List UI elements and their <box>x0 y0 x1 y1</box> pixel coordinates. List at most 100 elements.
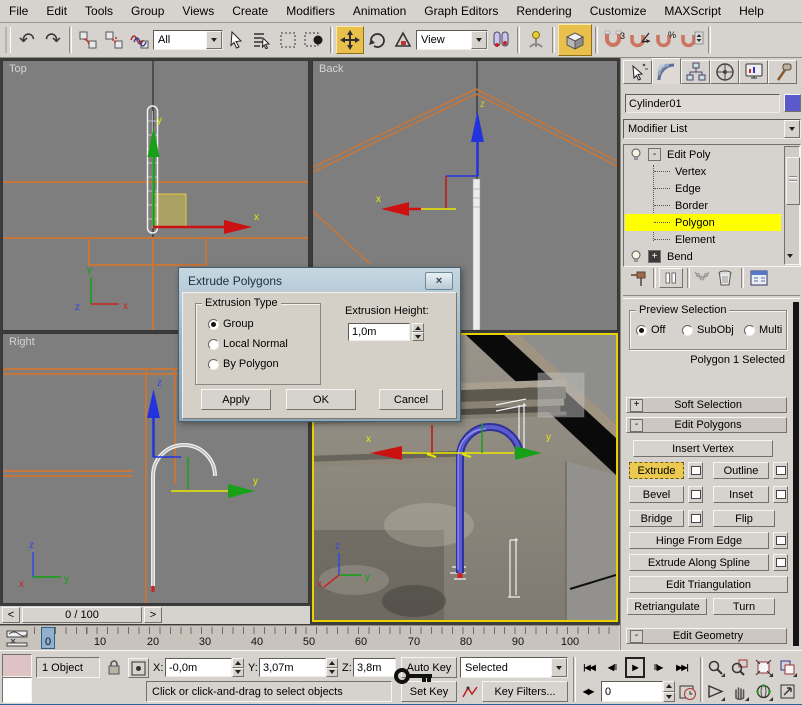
keyboard-shortcut-override-toggle[interactable] <box>558 24 592 56</box>
inset-button[interactable]: Inset <box>713 486 769 503</box>
y-coordinate-spinner[interactable] <box>326 658 338 677</box>
menu-file[interactable]: File <box>0 1 37 21</box>
next-frame-button[interactable]: ‖▶ <box>648 657 668 678</box>
menu-views[interactable]: Views <box>173 1 223 21</box>
percent-snap-toggle-button[interactable]: % <box>653 27 679 53</box>
angle-snap-toggle-button[interactable] <box>627 27 653 53</box>
selection-set-dropdown[interactable]: Selected <box>460 657 568 678</box>
stack-scrollbar[interactable] <box>784 146 800 265</box>
min-max-toggle-button[interactable] <box>776 681 798 702</box>
scrollbar-thumb[interactable] <box>786 157 800 205</box>
menu-tools[interactable]: Tools <box>76 1 122 21</box>
y-coordinate-field[interactable]: 3,07m <box>259 658 326 677</box>
go-to-end-button[interactable]: ▶▶| <box>671 657 693 678</box>
bulb-icon[interactable] <box>630 250 642 264</box>
key-filters-button[interactable]: Key Filters... <box>482 681 568 702</box>
selection-lock-toggle[interactable] <box>106 658 122 676</box>
window-crossing-toggle-button[interactable] <box>301 27 327 53</box>
snaps-toggle-button[interactable]: 3 <box>601 27 627 53</box>
bulb-icon[interactable] <box>630 148 642 162</box>
tab-display[interactable] <box>739 60 768 84</box>
play-button[interactable]: ▶ <box>625 657 645 678</box>
spinner-snap-toggle-button[interactable] <box>679 27 705 53</box>
preview-subobj-radio[interactable]: SubObj <box>682 324 734 336</box>
select-and-rotate-button[interactable] <box>364 27 390 53</box>
previous-frame-button[interactable]: ◀‖ <box>602 657 622 678</box>
dialog-title-bar[interactable]: Extrude Polygons × <box>182 271 457 292</box>
tab-create[interactable] <box>623 60 652 84</box>
zoom-extents-all-button[interactable] <box>776 657 798 678</box>
field-of-view-button[interactable] <box>704 681 726 702</box>
remove-modifier-button[interactable] <box>717 269 733 287</box>
bridge-settings-button[interactable] <box>688 510 703 527</box>
select-and-scale-button[interactable] <box>390 27 416 53</box>
arc-rotate-button[interactable] <box>752 681 774 702</box>
bind-to-space-warp-button[interactable] <box>127 27 153 53</box>
menu-customize[interactable]: Customize <box>581 1 656 21</box>
absolute-mode-transform-toggle[interactable] <box>128 658 149 678</box>
x-coordinate-spinner[interactable] <box>232 658 244 677</box>
menu-rendering[interactable]: Rendering <box>507 1 580 21</box>
pin-stack-button[interactable] <box>629 270 649 288</box>
bridge-button[interactable]: Bridge <box>629 510 684 527</box>
menu-graph-editors[interactable]: Graph Editors <box>415 1 507 21</box>
stack-item-polygon-selected[interactable]: Polygon <box>625 214 781 231</box>
tab-modify[interactable] <box>652 58 681 84</box>
outline-button[interactable]: Outline <box>713 462 769 479</box>
track-bar-ruler[interactable]: 0 10 20 30 40 50 60 70 80 90 100 <box>34 627 614 649</box>
scrollbar-down-arrow[interactable] <box>787 251 793 261</box>
menu-create[interactable]: Create <box>223 1 277 21</box>
current-frame-field[interactable]: 0 <box>601 681 663 702</box>
apply-button[interactable]: Apply <box>201 389 271 410</box>
collapse-box[interactable]: - <box>648 148 661 161</box>
bevel-settings-button[interactable] <box>688 486 703 503</box>
hinge-settings-button[interactable] <box>773 532 788 549</box>
maxscript-mini-listener[interactable] <box>2 677 32 703</box>
extrusion-height-field[interactable]: 1,0m <box>348 323 410 341</box>
z-coordinate-field[interactable]: 3,8m <box>353 658 396 677</box>
dialog-close-button[interactable]: × <box>425 272 453 290</box>
configure-modifier-sets-button[interactable] <box>749 269 769 287</box>
use-pivot-point-center-button[interactable] <box>488 27 514 53</box>
stack-item-element[interactable]: Element <box>625 231 781 248</box>
time-configuration-button[interactable] <box>679 683 697 701</box>
toolbar-grip[interactable] <box>5 27 11 53</box>
time-slider-next-button[interactable]: > <box>144 607 162 623</box>
show-end-result-button[interactable] <box>659 268 683 288</box>
extrude-along-spline-button[interactable]: Extrude Along Spline <box>629 554 769 571</box>
menu-help[interactable]: Help <box>730 1 773 21</box>
maxscript-mini-listener-macro[interactable] <box>2 654 32 677</box>
x-coordinate-field[interactable]: -0,0m <box>165 658 232 677</box>
bevel-button[interactable]: Bevel <box>629 486 684 503</box>
make-unique-button[interactable] <box>693 270 711 286</box>
extrude-settings-button[interactable] <box>688 462 703 479</box>
stack-item-edit-poly[interactable]: - Edit Poly <box>625 146 781 163</box>
turn-button[interactable]: Turn <box>713 598 775 615</box>
edit-triangulation-button[interactable]: Edit Triangulation <box>629 576 788 593</box>
viewport-top-label[interactable]: Top <box>9 63 27 75</box>
menu-animation[interactable]: Animation <box>344 1 415 21</box>
rollout-soft-selection[interactable]: +Soft Selection <box>626 397 787 413</box>
stack-item-border[interactable]: Border <box>625 197 781 214</box>
zoom-button[interactable] <box>704 657 726 678</box>
redo-button[interactable]: ↷ <box>40 27 66 53</box>
stack-item-vertex[interactable]: Vertex <box>625 163 781 180</box>
modifier-list-dropdown[interactable]: Modifier List <box>623 119 801 139</box>
select-and-manipulate-button[interactable] <box>523 27 549 53</box>
tab-motion[interactable] <box>710 60 739 84</box>
preview-multi-radio[interactable]: Multi <box>744 324 782 336</box>
retriangulate-button[interactable]: Retriangulate <box>627 598 707 615</box>
select-and-link-button[interactable] <box>75 27 101 53</box>
select-by-name-button[interactable] <box>249 27 275 53</box>
hinge-from-edge-button[interactable]: Hinge From Edge <box>629 532 769 549</box>
panel-scrollbar[interactable] <box>793 302 799 646</box>
object-color-swatch[interactable] <box>784 94 801 112</box>
tab-utilities[interactable] <box>768 60 797 84</box>
menu-group[interactable]: Group <box>122 1 173 21</box>
cancel-button[interactable]: Cancel <box>379 389 443 410</box>
extrude-along-spline-settings-button[interactable] <box>773 554 788 571</box>
insert-vertex-button[interactable]: Insert Vertex <box>633 440 773 457</box>
outline-settings-button[interactable] <box>773 462 788 479</box>
go-to-start-button[interactable]: |◀◀ <box>578 657 600 678</box>
set-key-mode-button[interactable] <box>460 681 480 702</box>
